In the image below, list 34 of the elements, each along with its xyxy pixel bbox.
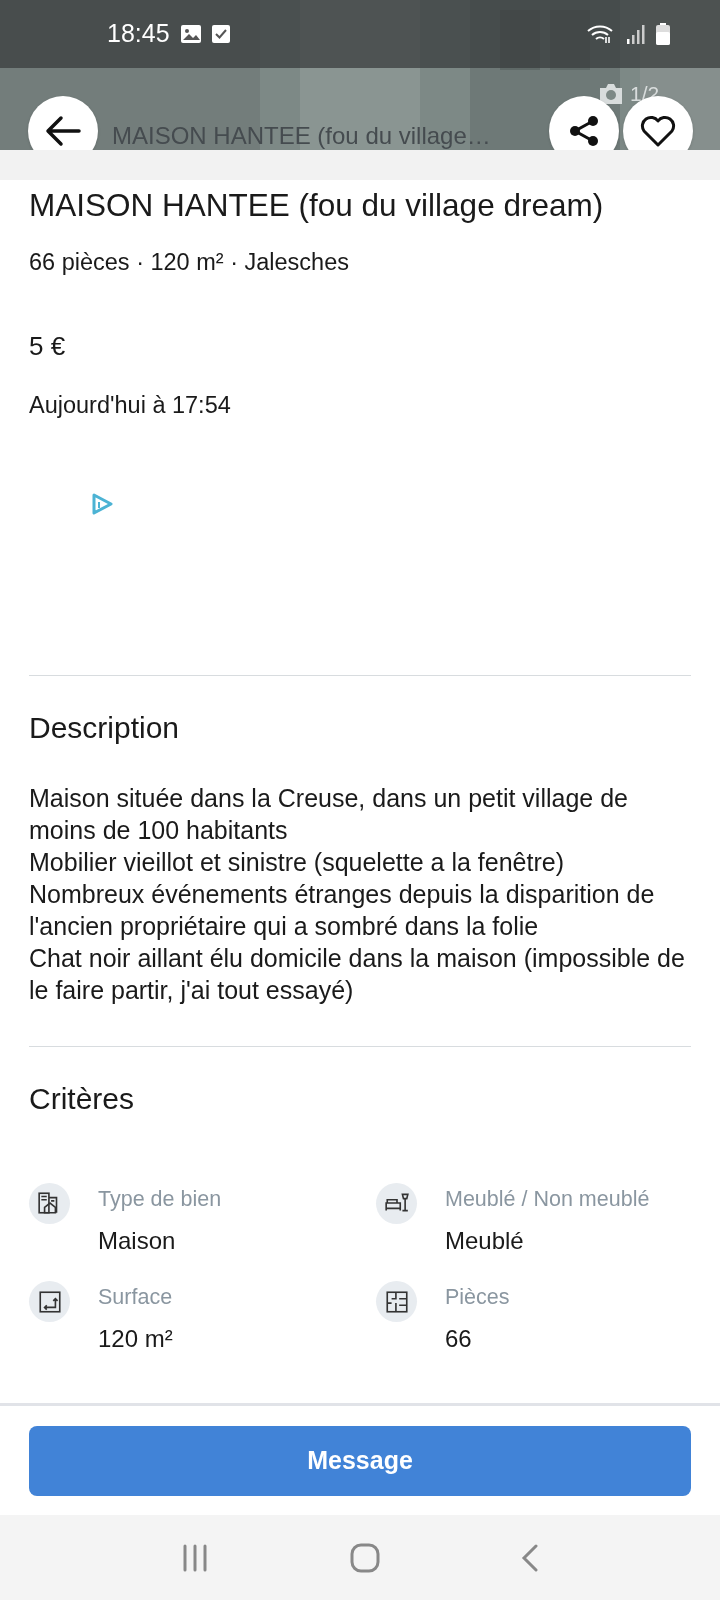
description-text: Mobilier vieillot et sinistre (squelette a la fenêtre) xyxy=(29,846,565,878)
share-icon xyxy=(567,114,601,148)
image-icon xyxy=(179,24,202,44)
criterion-label: Meublé / Non meublé xyxy=(445,1185,650,1213)
description-text: Nombreux événements étranges depuis la disparition de l'ancien propriétaire qui a sombré dans la folie xyxy=(29,878,656,942)
price: 5 € xyxy=(29,329,67,363)
message-button[interactable]: Message xyxy=(29,1425,691,1496)
listing-details: 66 pièces · 120 m² · Jalesches xyxy=(29,248,350,278)
description-text: Chat noir aillant élu domicile dans la maison (impossible de le faire partir, j'ai tout essayé) xyxy=(29,942,686,1006)
criterion-value: 66 xyxy=(445,1324,473,1355)
play-icon xyxy=(91,492,113,515)
status-time: 18:45 xyxy=(107,18,170,50)
section-heading: Critères xyxy=(29,1080,135,1117)
section-heading: Description xyxy=(29,709,181,746)
criterion-value: 120 m² xyxy=(98,1324,173,1355)
heart-icon xyxy=(640,115,676,147)
back-icon[interactable] xyxy=(521,1543,540,1572)
criterion-label: Type de bien xyxy=(98,1185,222,1213)
criterion-label: Pièces xyxy=(445,1284,510,1311)
bed-lamp-icon xyxy=(376,1182,417,1224)
building-icon xyxy=(29,1182,70,1224)
description-text: Maison située dans la Creuse, dans un petit village de moins de 100 habitants xyxy=(29,782,629,846)
signal-icon xyxy=(626,23,646,45)
listing-title: MAISON HANTEE (fou du village dream) xyxy=(29,186,605,225)
criterion-value: Maison xyxy=(98,1226,177,1256)
area-icon xyxy=(29,1281,70,1322)
floor-plan-icon xyxy=(376,1281,417,1322)
camera-icon xyxy=(598,82,624,105)
home-icon[interactable] xyxy=(350,1542,380,1573)
criterion-label: Surface xyxy=(98,1284,173,1311)
criterion-value: Meublé xyxy=(445,1226,525,1256)
posted-date: Aujourd'hui à 17:54 xyxy=(29,390,232,420)
battery-icon xyxy=(656,23,670,45)
back-arrow-icon xyxy=(45,115,81,147)
